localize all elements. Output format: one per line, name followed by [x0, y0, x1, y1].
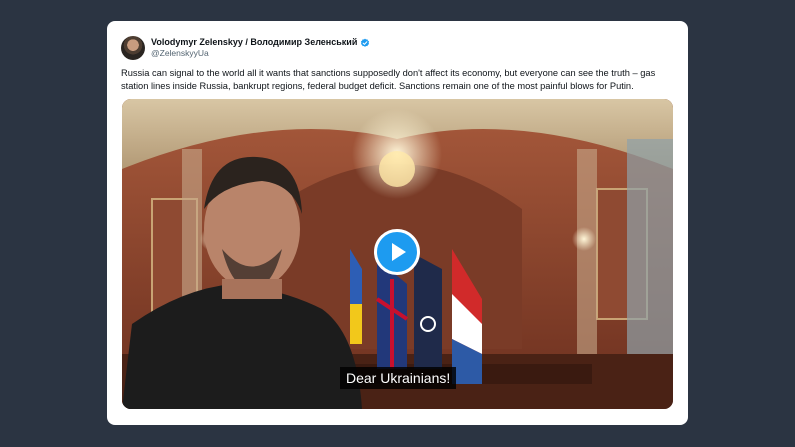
- play-icon: [392, 243, 406, 261]
- play-button[interactable]: [374, 229, 420, 275]
- author-handle[interactable]: @ZelenskyyUa: [151, 48, 370, 59]
- name-row: Volodymyr Zelenskyy / Володимир Зеленськ…: [151, 37, 370, 48]
- tweet-card: Volodymyr Zelenskyy / Володимир Зеленськ…: [107, 21, 688, 425]
- video-caption: Dear Ukrainians!: [340, 367, 457, 389]
- avatar[interactable]: [121, 36, 145, 60]
- author-info: Volodymyr Zelenskyy / Володимир Зеленськ…: [151, 37, 370, 59]
- author-display-name[interactable]: Volodymyr Zelenskyy / Володимир Зеленськ…: [151, 37, 357, 48]
- verified-badge-icon: [361, 38, 370, 47]
- tweet-video[interactable]: Dear Ukrainians!: [122, 99, 673, 409]
- tweet-header: Volodymyr Zelenskyy / Володимир Зеленськ…: [121, 35, 370, 61]
- tweet-text: Russia can signal to the world all it wa…: [121, 68, 656, 91]
